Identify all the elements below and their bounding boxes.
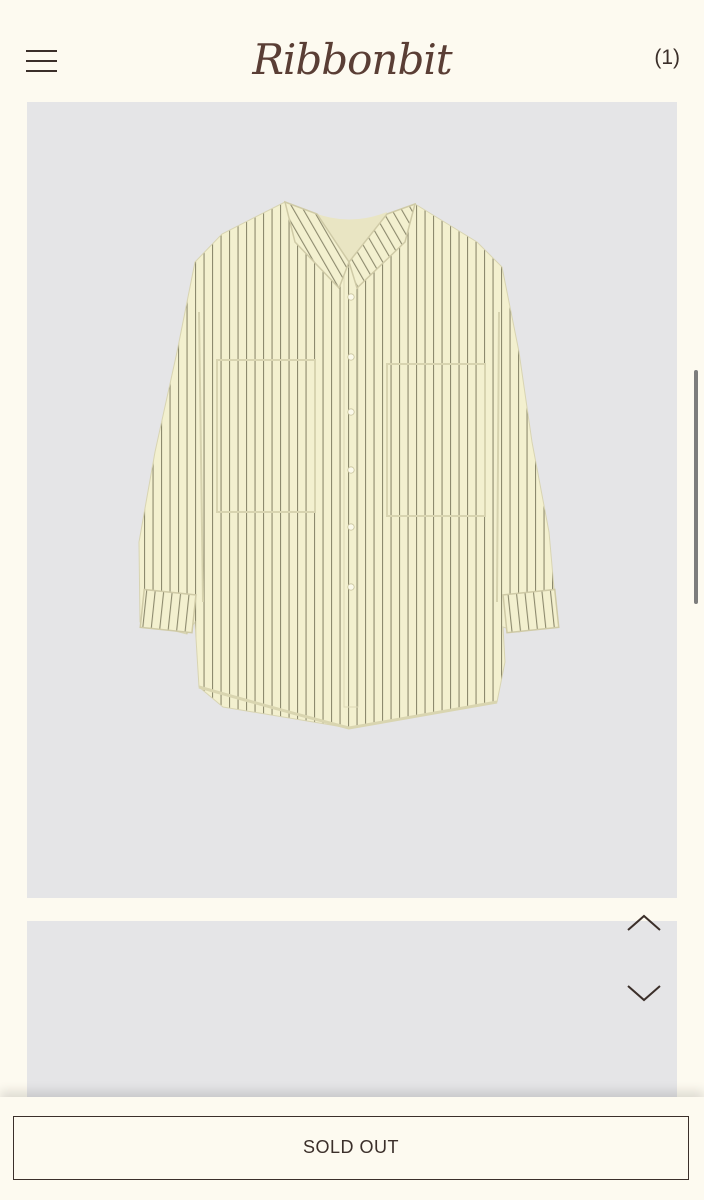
chevron-down-icon: [627, 985, 661, 1002]
product-image[interactable]: [27, 102, 677, 898]
gallery-next-button[interactable]: [624, 978, 664, 1008]
striped-shirt-image: [138, 200, 560, 730]
cart-count[interactable]: (1): [654, 46, 680, 70]
brand-logo[interactable]: Ribbonbit: [230, 26, 474, 94]
sold-out-button[interactable]: SOLD OUT: [13, 1116, 689, 1180]
chevron-up-icon: [627, 914, 661, 931]
product-image-secondary[interactable]: [27, 921, 677, 1111]
site-header: Ribbonbit (1): [0, 0, 704, 102]
menu-button[interactable]: [24, 46, 60, 76]
scrollbar-thumb[interactable]: [694, 370, 698, 604]
gallery-prev-button[interactable]: [624, 908, 664, 938]
product-page: Ribbonbit (1) SOLD OUT: [0, 0, 704, 1200]
